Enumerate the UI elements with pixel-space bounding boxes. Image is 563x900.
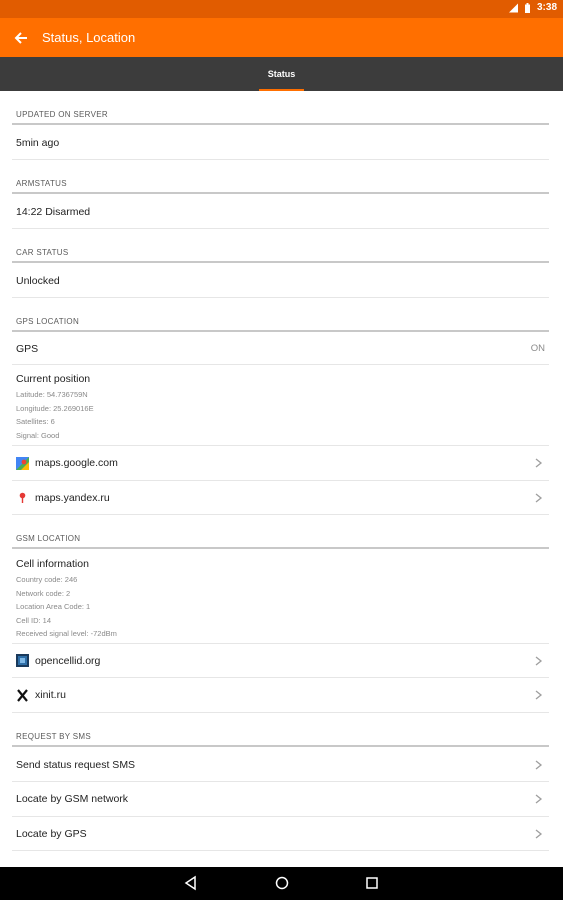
signal-level-text: Received signal level: -72dBm [16,629,117,638]
updated-row: 5min ago [12,126,549,160]
gps-label: GPS [16,342,39,355]
current-position: Current position Latitude: 54.736759N Lo… [12,365,549,446]
status-list[interactable]: UPDATED ON SERVER 5min ago ARMSTATUS 14:… [0,91,563,867]
locate-gps-label: Locate by GPS [16,827,87,840]
gps-state: ON [530,343,545,354]
chevron-right-icon [535,690,543,700]
chevron-right-icon [535,655,543,666]
position-title: Current position [16,373,91,385]
signal-text: Signal: Good [16,430,60,440]
send-status-sms-item[interactable]: Send status request SMS [12,748,549,782]
signal-icon [508,3,518,12]
page-title: Status, Location [42,30,136,45]
arrow-back-icon [14,31,27,44]
car-status-row: Unlocked [12,264,549,298]
chevron-right-icon [535,458,543,468]
yandex-maps-label: maps.yandex.ru [35,491,110,504]
country-code-text: Country code: 246 [16,575,78,584]
section-header-gps: GPS LOCATION [12,298,549,332]
battery-icon [524,2,530,13]
google-maps-label: maps.google.com [35,457,118,469]
location-area-code-text: Location Area Code: 1 [16,602,91,611]
section-header-updated: UPDATED ON SERVER [12,91,549,125]
app-bar: Status, Location [0,18,563,57]
yandex-maps-icon [19,492,26,503]
armstatus-row: 14:22 Disarmed [12,195,549,229]
send-status-sms-label: Send status request SMS [16,758,136,771]
nav-recents-icon[interactable] [364,875,380,891]
chevron-right-icon [535,759,543,770]
section-header-car-status: CAR STATUS [12,229,549,263]
opencellid-icon [16,654,29,667]
chevron-right-icon [535,492,543,503]
google-maps-icon [16,456,29,470]
yandex-maps-link[interactable]: maps.yandex.ru [12,481,549,515]
xinit-label: xinit.ru [35,689,66,701]
system-status-bar: 3:38 [0,0,563,18]
section-header-armstatus: ARMSTATUS [12,160,549,194]
network-code-text: Network code: 2 [16,588,71,598]
gps-toggle-row[interactable]: GPS ON [12,333,549,365]
tab-label: Status [267,69,296,79]
section-header-gsm: GSM LOCATION [12,515,549,549]
locate-gps-item[interactable]: Locate by GPS [12,817,549,851]
back-button[interactable] [0,18,42,57]
xinit-icon [17,688,28,702]
cell-information: Cell information Country code: 246 Netwo… [12,550,549,644]
locate-gsm-item[interactable]: Locate by GSM network [12,782,549,817]
updated-value: 5min ago [16,136,60,149]
opencellid-link[interactable]: opencellid.org [12,644,549,678]
longitude-text: Longitude: 25.269016E [16,403,94,413]
armstatus-value: 14:22 Disarmed [16,205,91,218]
tab-status[interactable]: Status [259,57,304,91]
satellites-text: Satellites: 6 [16,417,55,426]
latitude-text: Latitude: 54.736759N [16,390,88,399]
opencellid-label: opencellid.org [35,654,101,667]
nav-back-icon[interactable] [183,875,199,891]
nav-home-icon[interactable] [274,875,290,891]
tab-bar: Status [0,57,563,91]
section-header-sms: REQUEST BY SMS [12,713,549,747]
car-status-value: Unlocked [16,274,60,287]
xinit-link[interactable]: xinit.ru [12,678,549,713]
locate-gsm-label: Locate by GSM network [16,793,129,805]
cell-id-text: Cell ID: 14 [16,615,52,625]
chevron-right-icon [535,828,543,839]
google-maps-link[interactable]: maps.google.com [12,446,549,481]
cell-title: Cell information [16,558,89,570]
chevron-right-icon [535,794,543,804]
clock: 3:38 [536,2,557,13]
system-navigation-bar [0,867,563,900]
